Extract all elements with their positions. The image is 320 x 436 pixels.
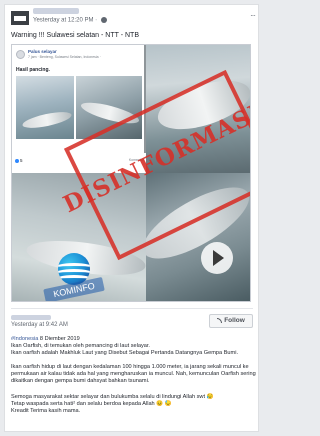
- post2-body-line: Semoga masyarakat sektar selayar dan bul…: [11, 394, 214, 400]
- more-options-icon[interactable]: ···: [250, 11, 256, 20]
- post-title: Warning !!! Sulawesi selatan - NTT - NTB: [11, 32, 139, 39]
- divider: [11, 308, 253, 309]
- post2-body-line: Tetap waspada serta hati² dan selalu ber…: [11, 401, 172, 407]
- fish-shape: [21, 108, 73, 132]
- follow-button[interactable]: Follow: [209, 314, 253, 328]
- avatar: [16, 50, 25, 59]
- post2-body-line: #Indonesia 8 Diember 2019: [11, 336, 257, 343]
- like-count: 5: [15, 158, 23, 163]
- post2-date: 8 Diember 2019: [38, 336, 80, 342]
- post-timestamp[interactable]: Yesterday at 12:20 PM ·: [33, 17, 107, 24]
- post2-body-line: Ikan oarfish adalah Makhluk Laut yang Di…: [11, 350, 238, 356]
- poster-name-redacted: [33, 8, 79, 14]
- post2-body-line: Ikan oarfish hidup di laut dengan kedala…: [11, 364, 256, 384]
- avatar[interactable]: [11, 11, 29, 25]
- hashtag-link[interactable]: #Indonesia: [11, 336, 38, 342]
- like-count-value: 5: [20, 158, 23, 163]
- shared-screenshot[interactable]: Palus selayar 7 jam · Benteng, Sulawesi …: [11, 44, 251, 302]
- post2-timestamp[interactable]: Yesterday at 9:42 AM: [11, 322, 68, 328]
- rss-icon: [217, 317, 223, 323]
- fish-photo-small-left: [16, 76, 74, 139]
- post2-body-line: Ikan Oarfish, di temukan oleh pemancing …: [11, 343, 150, 349]
- post2-body-line: Kreadit Terima kasih mama.: [11, 408, 81, 414]
- play-icon[interactable]: [201, 242, 233, 274]
- shared-caption: Hasil pancing.: [16, 67, 50, 73]
- poster-name-redacted: [11, 315, 51, 320]
- globe-icon: [100, 17, 107, 23]
- like-icon: [15, 158, 19, 163]
- post-timestamp-text: Yesterday at 12:20 PM ·: [33, 17, 98, 24]
- shared-poster-name: Palus selayar: [28, 49, 57, 54]
- shared-post-meta: 7 jam · Benteng, Sulawesi Selatan, Indon…: [28, 55, 101, 59]
- follow-button-label: Follow: [224, 317, 245, 324]
- kominfo-logo: KOMINFO: [42, 253, 106, 301]
- post-card: Yesterday at 12:20 PM · ··· Warning !!! …: [4, 4, 259, 432]
